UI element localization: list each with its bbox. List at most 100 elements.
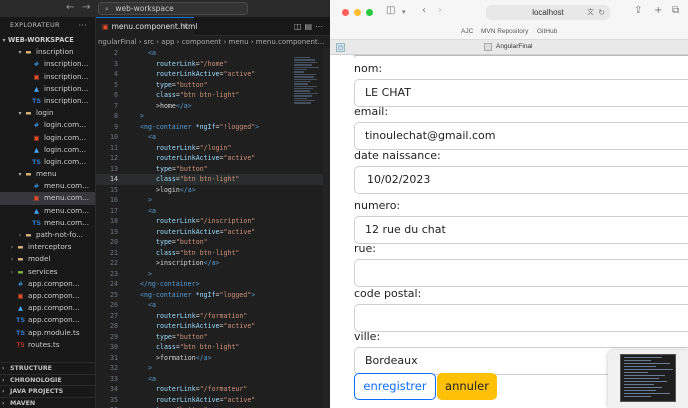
tree-item[interactable]: ▲ menu.com...: [0, 205, 95, 217]
tree-item[interactable]: › ▬ services: [0, 266, 95, 278]
back-icon[interactable]: ‹: [422, 5, 426, 16]
tree-item[interactable]: # login.com...: [0, 119, 95, 131]
command-center[interactable]: ⌕ web-workspace: [98, 2, 248, 15]
tree-item[interactable]: ▣ menu.com...: [0, 192, 95, 205]
tree-item[interactable]: TS login.com...: [0, 156, 95, 168]
tree-item[interactable]: ▲ login.com...: [0, 144, 95, 156]
translate-icon[interactable]: 文: [587, 5, 594, 20]
tree-item[interactable]: TS app.compon...: [0, 314, 95, 326]
field-input[interactable]: tinoulechat@gmail.com: [354, 122, 688, 150]
minimap-line: [294, 61, 318, 64]
tree-item[interactable]: ▲ app.compon...: [0, 302, 95, 314]
favorite-github[interactable]: GitHub: [537, 28, 557, 35]
browser-window: ◫ ▾ ‹ › localhost 文 ↻ ⇪ + ⧉ AJC MVN Repo…: [330, 0, 688, 408]
address-bar[interactable]: localhost 文 ↻: [486, 5, 610, 20]
code-token: "active": [223, 227, 256, 236]
tree-item-label: inscription...: [44, 71, 89, 81]
chevron-right-icon: ›: [2, 388, 5, 395]
code-line: 35 routerLinkActive="active": [96, 395, 330, 406]
tree-item[interactable]: TS inscription...: [0, 95, 95, 107]
pinned-tab-icon[interactable]: ▢: [336, 43, 345, 52]
code-token: >inscription: [156, 259, 204, 267]
panel-section[interactable]: › MAVEN: [0, 396, 95, 408]
screenshot-thumbnail[interactable]: [608, 350, 688, 408]
tree-item-label: menu.com...: [44, 181, 90, 191]
field-input[interactable]: LE CHAT: [354, 79, 688, 107]
chevron-down-icon[interactable]: ▾: [402, 8, 406, 16]
field-label: ville:: [354, 330, 381, 343]
save-button[interactable]: enregistrer: [354, 373, 436, 400]
close-window-button[interactable]: [342, 9, 349, 16]
close-icon[interactable]: ×: [182, 18, 189, 36]
zoom-window-button[interactable]: [366, 9, 373, 16]
tree-item[interactable]: TS menu.com...: [0, 217, 95, 229]
field-input[interactable]: 10/02/2023: [354, 166, 688, 194]
tree-item[interactable]: TS app.module.ts: [0, 327, 95, 339]
split-editor-icon[interactable]: ◫: [294, 22, 305, 31]
test-file-icon: ▲: [34, 84, 39, 93]
workspace-root[interactable]: ▾ WEB-WORKSPACE: [0, 34, 95, 46]
minimap-line: [294, 97, 307, 100]
tree-item[interactable]: ▾ ▬ inscription: [0, 46, 95, 58]
minimap-line: [294, 100, 315, 102]
code-token: routerLinkActive: [156, 322, 220, 330]
field-input[interactable]: [354, 259, 688, 287]
sidebar-toggle-icon[interactable]: ◫: [386, 5, 395, 16]
editor-scrollbar[interactable]: [323, 48, 330, 408]
line-number: 4: [114, 70, 118, 78]
minimap[interactable]: [294, 57, 320, 117]
panel-section[interactable]: › STRUCTURE: [0, 362, 95, 374]
share-icon[interactable]: ⇪: [634, 5, 642, 16]
forward-arrow-icon[interactable]: →: [82, 2, 90, 13]
tree-item[interactable]: # inscription...: [0, 58, 95, 70]
code-token: >formation: [156, 353, 196, 362]
minimize-window-button[interactable]: [354, 9, 361, 16]
tree-item[interactable]: # menu.com...: [0, 180, 95, 192]
code-token: <ng-container: [140, 122, 192, 131]
minimap-line: [294, 68, 307, 71]
tree-item[interactable]: ▣ login.com...: [0, 132, 95, 144]
code-token: class: [156, 343, 176, 351]
more-icon[interactable]: ⋯: [315, 22, 326, 31]
field-input[interactable]: 12 rue du chat: [354, 216, 688, 244]
favorite-mvn-repository[interactable]: MVN Repository: [481, 28, 528, 35]
layout-icon[interactable]: ▤: [304, 22, 315, 31]
tree-item[interactable]: ▣ inscription...: [0, 71, 95, 83]
code-token: class: [156, 248, 176, 257]
reload-icon[interactable]: ↻: [598, 5, 605, 20]
code-token: routerLinkActive: [156, 395, 220, 404]
field-input[interactable]: [354, 304, 688, 332]
favorite-ajc[interactable]: AJC: [461, 28, 473, 35]
tree-item[interactable]: › ▬ model: [0, 253, 95, 265]
panel-section[interactable]: › JAVA PROJECTS: [0, 385, 95, 397]
tab-overview-icon[interactable]: ⧉: [672, 5, 679, 16]
tree-item[interactable]: › ▬ path-not-fo...: [0, 229, 95, 241]
tree-item[interactable]: ▾ ▬ login: [0, 107, 95, 119]
code-token: >home: [156, 101, 176, 110]
code-line: 27 routerLink="/formation": [96, 311, 330, 322]
cancel-button[interactable]: annuler: [437, 373, 497, 400]
tree-item[interactable]: ▲ inscription...: [0, 83, 95, 95]
tab-title[interactable]: AngularFinal: [496, 43, 533, 50]
panel-title: JAVA PROJECTS: [10, 388, 64, 395]
folder-icon: ▬: [17, 243, 24, 252]
back-arrow-icon[interactable]: ←: [66, 2, 74, 13]
tree-item[interactable]: ▣ app.compon...: [0, 290, 95, 302]
minimap-line: [294, 66, 319, 68]
tree-item[interactable]: # app.compon...: [0, 278, 95, 290]
tab-menu-component-html[interactable]: ▣ menu.component.html ×: [96, 17, 197, 36]
code-token: "active": [223, 154, 256, 162]
code-token: <a: [148, 49, 156, 57]
tree-item[interactable]: ▾ ▬ menu: [0, 168, 95, 180]
breadcrumb[interactable]: ngularFinal › src › app › component › me…: [96, 36, 330, 48]
panel-section[interactable]: › CHRONOLOGIE: [0, 373, 95, 386]
more-actions-icon[interactable]: ···: [78, 17, 87, 34]
tree-item[interactable]: TS routes.ts: [0, 339, 95, 351]
new-tab-icon[interactable]: +: [654, 5, 662, 16]
forward-icon[interactable]: ›: [438, 5, 442, 16]
panel-title: CHRONOLOGIE: [10, 376, 62, 384]
thumbnail-line: [624, 363, 670, 364]
tree-item[interactable]: › ▬ interceptors: [0, 241, 95, 253]
minimap-line: [294, 102, 312, 104]
code-token: *ngIf: [195, 290, 216, 299]
